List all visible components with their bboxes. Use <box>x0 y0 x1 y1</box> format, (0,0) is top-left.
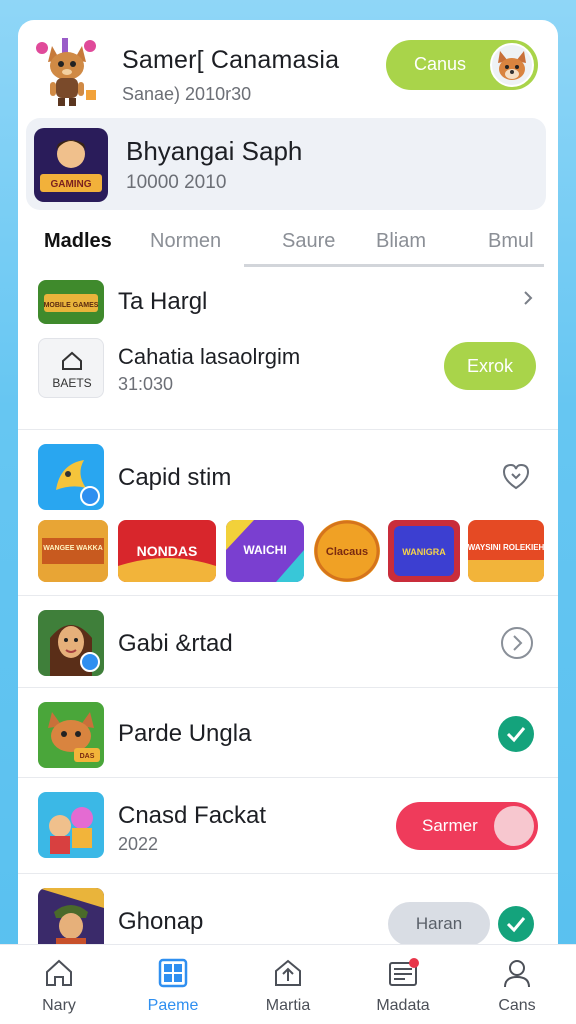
list-item[interactable]: MOBILE GAMES Ta Hargl BAETS Cahatia lasa… <box>18 268 558 430</box>
row6-toggle-button[interactable]: Sarmer <box>396 802 538 850</box>
row2-action-button[interactable]: Exrok <box>444 342 536 390</box>
row2-subtitle: 31:030 <box>118 374 174 394</box>
row6-title: Cnasd Fackat <box>118 802 267 829</box>
nav-label: Martia <box>265 997 311 1014</box>
nav-label: Paeme <box>147 997 199 1014</box>
list-item[interactable]: DAS Parde Ungla <box>18 688 558 778</box>
toggle-knob <box>494 806 534 846</box>
check-icon[interactable] <box>498 906 534 942</box>
nav-item-martia[interactable]: Martia <box>238 945 338 1024</box>
person-icon <box>501 957 533 989</box>
strip-game-3[interactable]: WAICHI <box>226 520 304 582</box>
nav-item-nary[interactable]: Nary <box>9 945 109 1024</box>
nav-item-cans[interactable]: Cans <box>467 945 567 1024</box>
game-thumbnail <box>38 444 104 510</box>
header-subtitle: Sanae) 2010r30 <box>122 84 252 104</box>
row5-title: Parde Ungla <box>118 720 252 747</box>
header-toggle[interactable]: Canus <box>386 40 538 90</box>
tab-normen[interactable]: Normen <box>150 230 221 253</box>
row4-title: Gabi &rtad <box>118 630 233 657</box>
strip-5-text: WANIGRA <box>402 547 446 557</box>
chevron-right-icon[interactable] <box>518 288 538 308</box>
strip-6-text: WAYSINI ROLEKIEH <box>468 543 544 552</box>
strip-game-4[interactable]: Clacaus <box>314 520 380 582</box>
tab-bmul[interactable]: Bmul <box>488 230 534 253</box>
list-item[interactable]: Gabi &rtad <box>18 596 558 688</box>
row1-title: Ta Hargl <box>118 288 208 315</box>
fox-character-icon <box>32 34 102 106</box>
strip-game-1[interactable]: WANGEE WAKKA <box>38 520 108 582</box>
strip-game-6[interactable]: WAYSINI ROLEKIEH <box>468 520 544 582</box>
strip-2-text: NONDAS <box>137 543 198 559</box>
game-thumbnail <box>38 610 104 676</box>
game-thumbnail: DAS <box>38 702 104 768</box>
shield-heart-icon[interactable] <box>500 460 532 492</box>
category-tabs: Madles Normen Saure Bliam Bmul <box>18 220 558 268</box>
header-title: Samer[ Canamasia <box>122 46 340 74</box>
bottom-navigation: Nary Paeme Martia Madata Cans <box>0 944 576 1024</box>
tab-underline <box>244 264 544 267</box>
app-sheet: Samer[ Canamasia Sanae) 2010r30 Canus GA… <box>18 20 558 1024</box>
grid-icon <box>157 957 189 989</box>
header-toggle-label: Canus <box>414 54 467 74</box>
game-thumbnail: BAETS <box>38 338 104 398</box>
tab-madles[interactable]: Madles <box>44 230 112 253</box>
tab-bliam[interactable]: Bliam <box>376 230 426 253</box>
row6-subtitle: 2022 <box>118 834 159 854</box>
upload-icon <box>272 957 304 989</box>
message-icon <box>387 957 419 989</box>
game-thumbnail <box>38 792 104 858</box>
strip-game-5[interactable]: WANIGRA <box>388 520 460 582</box>
row7-action-button[interactable]: Haran <box>388 902 490 946</box>
row1-thumb-text: MOBILE GAMES <box>44 302 99 309</box>
featured-game-thumbnail: GAMING <box>34 128 108 202</box>
nav-label: Nary <box>42 997 76 1014</box>
check-icon[interactable] <box>498 716 534 752</box>
nav-item-madata[interactable]: Madata <box>353 945 453 1024</box>
list-item[interactable]: Cnasd Fackat 2022 Sarmer <box>18 778 558 874</box>
row3-title: Capid stim <box>118 464 232 491</box>
strip-3-text: WAICHI <box>243 543 286 557</box>
game-thumbnail: MOBILE GAMES <box>38 280 104 324</box>
tab-saure[interactable]: Saure <box>282 230 335 253</box>
home-icon <box>43 957 75 989</box>
featured-title: Bhyangai Saph <box>126 136 303 166</box>
nav-label: Madata <box>376 997 430 1014</box>
fox-avatar-icon <box>490 43 534 87</box>
app-header: Samer[ Canamasia Sanae) 2010r30 Canus <box>18 20 558 116</box>
chevron-circle-icon[interactable] <box>500 626 534 660</box>
featured-subtitle: 10000 2010 <box>126 172 227 193</box>
plus-icon <box>80 486 100 506</box>
featured-thumb-text: GAMING <box>50 179 91 190</box>
row2-title: Cahatia lasaolrgim <box>118 344 301 369</box>
row6-toggle-label: Sarmer <box>422 816 478 835</box>
strip-game-2[interactable]: NONDAS <box>118 520 216 582</box>
featured-card[interactable]: GAMING Bhyangai Saph 10000 2010 <box>26 118 546 210</box>
nav-item-paeme[interactable]: Paeme <box>123 945 223 1024</box>
game-strip: WANGEE WAKKA NONDAS WAICHI Clacaus WANIG… <box>38 520 548 584</box>
plus-icon <box>80 652 100 672</box>
row7-title: Ghonap <box>118 908 204 935</box>
strip-1-text: WANGEE WAKKA <box>43 545 103 552</box>
row5-thumb-text: DAS <box>80 753 95 760</box>
strip-4-text: Clacaus <box>326 546 368 558</box>
row2-thumb-text: BAETS <box>52 376 91 390</box>
nav-label: Cans <box>498 997 536 1014</box>
